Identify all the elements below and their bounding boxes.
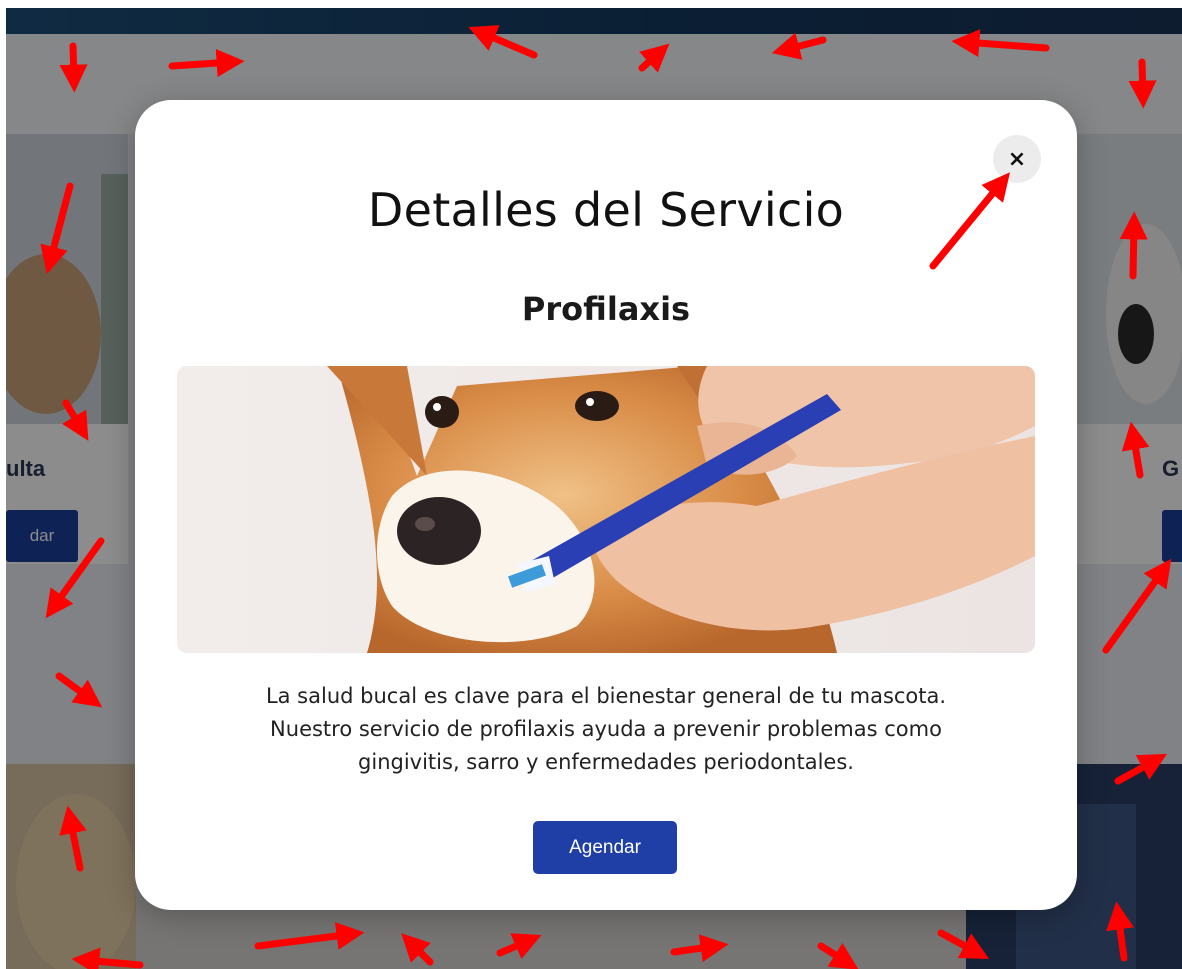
book-appointment-button[interactable]: Agendar [533,821,677,874]
service-details-modal: × Detalles del Servicio Profilaxis La sa… [135,100,1077,910]
dog-toothbrush-illustration [177,366,1035,653]
close-button[interactable]: × [993,135,1041,183]
service-description-line: Nuestro servicio de profilaxis ayuda a p… [270,717,942,741]
service-name: Profilaxis [521,290,691,328]
service-description: La salud bucal es clave para el bienesta… [185,680,1027,779]
service-image [177,366,1035,653]
page-frame: ulta dar G × Detalles del Servicio Profi… [6,8,1182,969]
modal-title: Detalles del Servicio [367,183,845,237]
service-description-line: gingivitis, sarro y enfermedades periodo… [358,750,854,774]
service-description-line: La salud bucal es clave para el bienesta… [265,684,947,708]
close-icon: × [1007,146,1027,172]
